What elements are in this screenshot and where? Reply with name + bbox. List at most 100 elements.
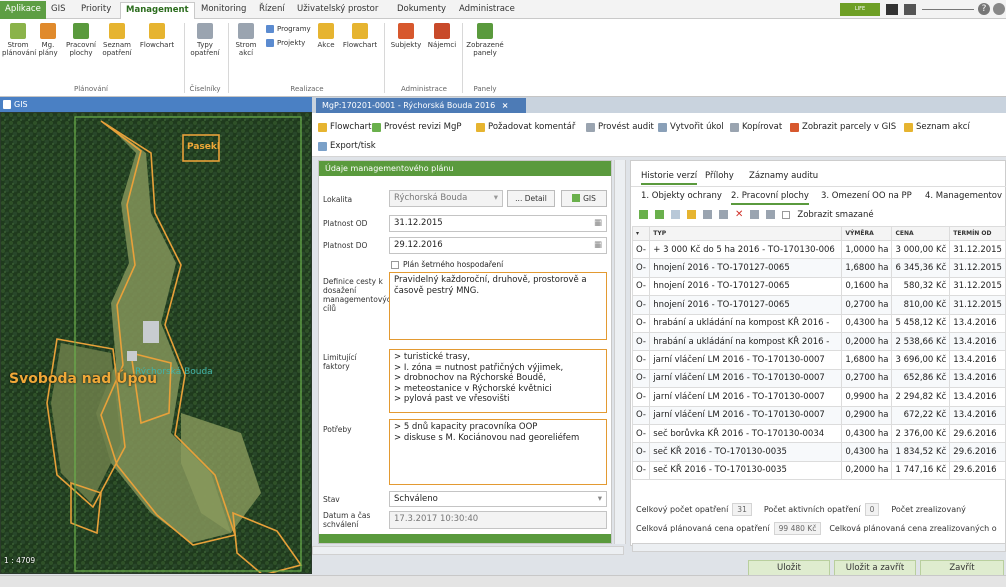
parcely-gis-action[interactable]: Zobrazit parcely v GIS <box>790 120 896 134</box>
komentar-action[interactable]: Požadovat komentář <box>476 120 575 134</box>
ukol-action[interactable]: Vytvořit úkol <box>658 120 724 134</box>
programy-button[interactable]: Programy <box>266 25 311 33</box>
strom-planovani-button[interactable]: Strom plánování <box>2 23 36 57</box>
delete-icon[interactable]: ✕ <box>735 209 743 220</box>
tab-priority[interactable]: Priority <box>76 2 116 19</box>
tab-objekty-ochrany[interactable]: 1. Objekty ochrany <box>641 189 722 203</box>
row-typ: hnojení 2016 - TO-170127-0065 <box>649 258 843 278</box>
tab-managementov[interactable]: 4. Managementov <box>925 189 1002 203</box>
stav-select[interactable]: Schváleno ▾ <box>389 491 607 507</box>
akce-button[interactable]: Akce <box>314 23 338 50</box>
plan-checkbox[interactable] <box>391 260 399 269</box>
zobrazene-panely-button[interactable]: Zobrazené panely <box>466 23 504 57</box>
pencil-icon[interactable] <box>687 210 696 219</box>
tab-rizeni[interactable]: Řízení <box>254 2 290 19</box>
plan-checkbox-row[interactable]: Plán šetrného hospodaření <box>391 260 503 269</box>
table-row[interactable]: O-seč KŘ 2016 - TO-170130-0035 0,4300 ha 1… <box>631 442 1006 462</box>
close-icon[interactable]: × <box>502 101 509 110</box>
table-row[interactable]: O-hnojení 2016 - TO-170127-0065 0,2700 ha… <box>631 295 1006 315</box>
bottom-scrollbar[interactable] <box>0 575 1006 587</box>
table-row[interactable]: O-jarní vláčení LM 2016 - TO-170130-0007… <box>631 405 1006 425</box>
save-button[interactable]: Uložit <box>748 560 830 576</box>
add-icon[interactable] <box>639 210 648 219</box>
col-cena[interactable]: CENA <box>891 226 951 241</box>
settings-icon[interactable] <box>766 210 776 219</box>
search-icon[interactable] <box>719 210 728 219</box>
sum-active-count: 0 <box>864 503 880 516</box>
table-row[interactable]: O-hnojení 2016 - TO-170127-0065 0,1600 ha… <box>631 276 1006 297</box>
tab-gis[interactable]: GIS <box>46 2 71 19</box>
close-button[interactable]: Zavřít <box>920 560 1004 576</box>
flowchart-button[interactable]: Flowchart <box>136 23 178 50</box>
tab-dokumenty[interactable]: Dokumenty <box>392 2 451 19</box>
projekty-button[interactable]: Projekty <box>266 39 305 47</box>
vertical-scrollbar[interactable] <box>614 160 626 544</box>
kopirovat-action[interactable]: Kopírovat <box>730 120 782 134</box>
platnost-do-field[interactable]: 29.12.2016 ▦ <box>389 237 607 254</box>
detail-button[interactable]: ... Detail <box>507 190 555 207</box>
edit-icon[interactable] <box>655 210 664 219</box>
help-icon[interactable]: ? <box>978 3 990 15</box>
gis-icon <box>3 100 11 109</box>
datum-field: 17.3.2017 10:30:40 <box>389 511 607 529</box>
pracovni-plochy-button[interactable]: Pracovní plochy <box>64 23 98 57</box>
table-row[interactable]: O-hrabání a ukládání na kompost KŘ 2016 … <box>631 331 1006 352</box>
calendar-icon[interactable]: ▦ <box>594 218 602 229</box>
document-tab[interactable]: MgP:170201-0001 - Rýchorská Bouda 2016 × <box>316 98 526 113</box>
najemci-button[interactable]: Nájemci <box>426 23 458 50</box>
row-vymera: 0,2000 ha <box>841 460 893 481</box>
revize-action[interactable]: Provést revizi MgP <box>372 120 462 134</box>
export-action[interactable]: Export/tisk <box>318 139 376 153</box>
tab-prilohy[interactable]: Přílohy <box>705 169 734 183</box>
calendar-icon[interactable]: ▦ <box>594 240 602 251</box>
audit-action[interactable]: Provést audit <box>586 120 654 134</box>
map-icon[interactable] <box>703 210 712 219</box>
refresh-icon[interactable] <box>750 210 760 219</box>
gis-button[interactable]: GIS <box>561 190 607 207</box>
table-row[interactable]: O- + 3 000 Kč do 5 ha 2016 - TO-170130-00… <box>631 239 1006 260</box>
show-deleted-checkbox[interactable] <box>782 210 791 219</box>
tab-omezeni[interactable]: 3. Omezení OO na PP <box>821 189 912 203</box>
tab-aplikace[interactable]: Aplikace <box>0 1 46 19</box>
tab-management[interactable]: Management <box>120 2 195 19</box>
tab-monitoring[interactable]: Monitoring <box>196 2 251 19</box>
seznam-opatreni-button[interactable]: Seznam opatření <box>100 23 134 57</box>
table-row[interactable]: O-seč borůvka KŘ 2016 - TO-170130-0034 0,… <box>631 423 1006 444</box>
typy-opatreni-button[interactable]: Typy opatření <box>190 23 220 57</box>
row-status: O- <box>631 442 651 462</box>
tab-zaznamy-auditu[interactable]: Záznamy auditu <box>749 169 818 183</box>
table-row[interactable]: O-hnojení 2016 - TO-170127-0065 1,6800 ha… <box>631 258 1006 278</box>
subjekty-button[interactable]: Subjekty <box>388 23 424 50</box>
flowchart-action[interactable]: Flowchart <box>318 120 372 134</box>
horizontal-scrollbar[interactable] <box>312 546 624 555</box>
row-cena: 2 538,66 Kč <box>891 331 951 352</box>
lokalita-select[interactable]: Rýchorská Bouda ▾ <box>389 190 503 207</box>
potreby-textarea[interactable]: > 5 dnů kapacity pracovníka OOP > diskus… <box>389 419 607 485</box>
tab-uzivatelsky-prostor[interactable]: Uživatelský prostor <box>292 2 383 19</box>
table-row[interactable]: O-seč KŘ 2016 - TO-170130-0035 0,2000 ha 1… <box>631 460 1006 481</box>
tab-historie-verzi[interactable]: Historie verzí <box>641 169 698 185</box>
limit-textarea[interactable]: > turistické trasy, > I. zóna = nutnost … <box>389 349 607 413</box>
save-close-button[interactable]: Uložit a zavřít <box>834 560 916 576</box>
horizontal-scrollbar[interactable] <box>632 543 1006 552</box>
table-row[interactable]: O-jarní vláčení LM 2016 - TO-170130-0007… <box>631 387 1006 407</box>
flowchart-realizace-button[interactable]: Flowchart <box>340 23 380 50</box>
table-row[interactable]: O-jarní vláčení LM 2016 - TO-170130-0007… <box>631 350 1006 370</box>
definice-textarea[interactable]: Pravidelný každoroční, druhově, prostoro… <box>389 272 607 340</box>
platnost-od-field[interactable]: 31.12.2015 ▦ <box>389 215 607 232</box>
col-termin-od[interactable]: TERMÍN OD <box>949 226 1006 241</box>
aerial-map[interactable] <box>1 113 312 574</box>
tab-pracovni-plochy[interactable]: 2. Pracovní plochy <box>731 189 809 205</box>
col-typ[interactable]: TYP <box>649 226 843 241</box>
mg-plany-button[interactable]: Mg. plány <box>36 23 60 57</box>
filter-icon[interactable]: ▾ <box>631 226 651 241</box>
table-row[interactable]: O-hrabání a ukládání na kompost KŘ 2016 … <box>631 313 1006 333</box>
table-row[interactable]: O-jarní vláčení LM 2016 - TO-170130-0007… <box>631 368 1006 389</box>
strom-akci-button[interactable]: Strom akcí <box>232 23 260 57</box>
user-icon[interactable] <box>993 3 1005 15</box>
tab-administrace[interactable]: Administrace <box>454 2 520 19</box>
seznam-akci-action[interactable]: Seznam akcí <box>904 120 970 134</box>
gis-map[interactable]: Pasekl Rýchorská Bouda Svoboda nad Úpou <box>0 112 312 574</box>
copy-icon[interactable] <box>671 210 680 219</box>
col-vymera[interactable]: VÝMĚRA <box>841 226 893 241</box>
